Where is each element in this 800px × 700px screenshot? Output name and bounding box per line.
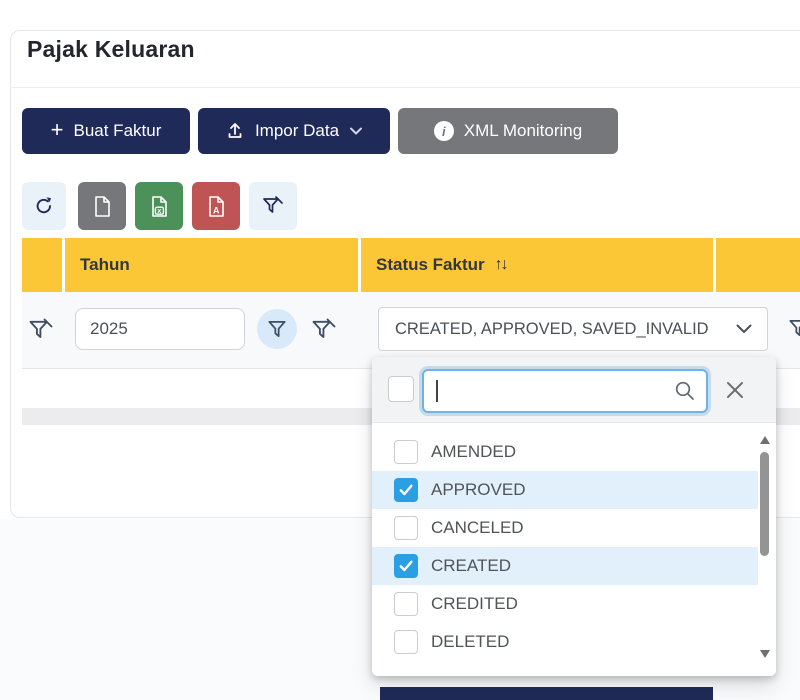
refresh-button[interactable] <box>22 182 66 230</box>
xml-monitoring-button[interactable]: i XML Monitoring <box>398 108 618 154</box>
pdf-file-icon: A <box>206 195 227 218</box>
header-cell-tahun[interactable]: Tahun <box>65 238 358 292</box>
tahun-header-label: Tahun <box>80 255 130 275</box>
svg-text:A: A <box>213 205 220 215</box>
option-checkbox[interactable] <box>394 630 418 654</box>
scroll-down-icon[interactable] <box>760 650 770 658</box>
popup-search-input[interactable] <box>435 371 675 411</box>
option-checkbox[interactable] <box>394 592 418 616</box>
chevron-down-icon <box>349 126 363 136</box>
popup-close-button[interactable] <box>723 378 747 402</box>
page-title: Pajak Keluaran <box>27 36 195 63</box>
status-header-label: Status Faktur <box>376 255 485 275</box>
option-checkbox[interactable] <box>394 554 418 578</box>
scrollbar-thumb[interactable] <box>760 452 769 556</box>
export-excel-button[interactable]: x <box>135 182 183 230</box>
list-item[interactable]: CANCELED <box>372 509 758 547</box>
option-label: CANCELED <box>431 518 524 538</box>
export-pdf-button[interactable]: A <box>192 182 240 230</box>
impor-data-label: Impor Data <box>255 121 339 141</box>
list-item[interactable]: CREDITED <box>372 585 758 623</box>
info-icon: i <box>434 121 454 141</box>
clear-filters-button[interactable] <box>249 182 297 230</box>
list-item[interactable]: APPROVED <box>372 471 758 509</box>
option-checkbox[interactable] <box>394 440 418 464</box>
option-label: DELETED <box>431 632 509 652</box>
list-item[interactable]: DELETED <box>372 623 758 661</box>
status-filter-multiselect[interactable]: CREATED, APPROVED, SAVED_INVALID <box>378 307 768 351</box>
tahun-filter-field <box>75 308 245 350</box>
option-checkbox[interactable] <box>394 478 418 502</box>
buat-faktur-button[interactable]: + Buat Faktur <box>22 108 190 154</box>
file-icon <box>92 195 113 218</box>
bottom-bar-partial <box>380 687 713 700</box>
plus-icon: + <box>51 119 64 141</box>
list-item[interactable]: CREATED <box>372 547 758 585</box>
excel-file-icon: x <box>149 195 170 218</box>
option-label: AMENDED <box>431 442 516 462</box>
check-icon <box>398 482 414 498</box>
xml-monitoring-label: XML Monitoring <box>464 121 582 141</box>
clear-filter-icon <box>261 195 285 217</box>
tahun-filter-input[interactable] <box>75 308 245 350</box>
option-checkbox[interactable] <box>394 516 418 540</box>
status-filter-value: CREATED, APPROVED, SAVED_INVALID <box>395 320 735 339</box>
select-all-checkbox[interactable] <box>388 376 414 402</box>
check-icon <box>398 558 414 574</box>
buat-faktur-label: Buat Faktur <box>73 121 161 141</box>
option-label: CREATED <box>431 556 511 576</box>
popup-search-field <box>422 369 708 413</box>
tahun-clear-filter-icon[interactable] <box>310 317 338 343</box>
header-cell-status[interactable]: Status Faktur ↑↓ <box>361 238 713 292</box>
popup-option-list: AMENDED APPROVED CANCELED <box>372 423 776 676</box>
option-label: CREDITED <box>431 594 518 614</box>
status-filter-button-partial[interactable] <box>787 317 800 339</box>
refresh-icon <box>33 195 55 217</box>
sort-icon: ↑↓ <box>495 256 507 274</box>
close-icon <box>723 378 747 402</box>
impor-data-button[interactable]: Impor Data <box>198 108 390 154</box>
chevron-down-icon <box>735 323 753 335</box>
header-cell-next <box>716 238 800 292</box>
list-item-partial[interactable] <box>372 671 758 676</box>
header-cell-selector <box>22 238 62 292</box>
list-item[interactable]: AMENDED <box>372 433 758 471</box>
tahun-filter-button[interactable] <box>257 309 297 349</box>
export-file-button[interactable] <box>78 182 126 230</box>
row-clear-filter-icon[interactable] <box>27 317 55 343</box>
search-icon <box>674 380 696 402</box>
scroll-up-icon[interactable] <box>760 436 770 444</box>
filter-icon <box>266 318 288 340</box>
option-label: APPROVED <box>431 480 525 500</box>
upload-icon <box>225 121 245 141</box>
